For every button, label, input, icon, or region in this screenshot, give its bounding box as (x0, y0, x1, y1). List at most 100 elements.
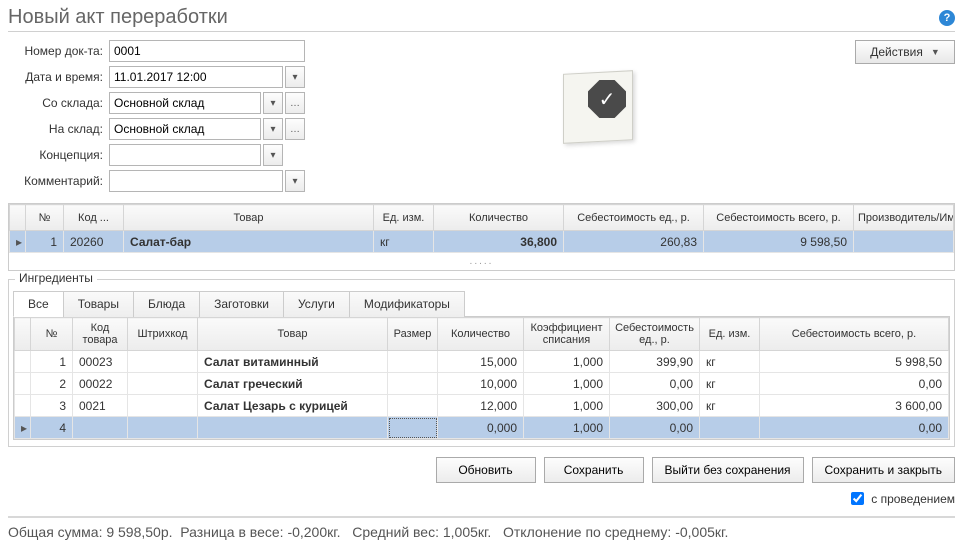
cell-cost-total[interactable]: 0,00 (760, 373, 949, 395)
cell-barcode[interactable] (128, 373, 198, 395)
cell-qty[interactable]: 15,000 (438, 351, 524, 373)
cell-code[interactable]: 20260 (64, 231, 124, 253)
ingredients-grid[interactable]: № Код товара Штрихкод Товар Размер Колич… (13, 317, 950, 440)
help-icon[interactable]: ? (939, 10, 955, 26)
cell-item[interactable]: Салат витаминный (198, 351, 388, 373)
cell-size[interactable] (388, 395, 438, 417)
col-code[interactable]: Код ... (64, 205, 124, 231)
cell-unit[interactable]: кг (374, 231, 434, 253)
cell-no[interactable]: 3 (31, 395, 73, 417)
cell-producer[interactable] (854, 231, 954, 253)
table-row[interactable]: 100023 Салат витаминный 15,0001,000399,90к… (15, 351, 949, 373)
cell-item[interactable]: Салат-бар (124, 231, 374, 253)
icol-item[interactable]: Товар (198, 318, 388, 351)
doc-no-input[interactable] (109, 40, 305, 62)
cell-code[interactable]: 0021 (73, 395, 128, 417)
cell-qty[interactable]: 36,800 (434, 231, 564, 253)
tab-goods[interactable]: Товары (63, 291, 134, 317)
cell-code[interactable]: 00022 (73, 373, 128, 395)
cell-cost-total[interactable]: 5 998,50 (760, 351, 949, 373)
col-cost-total[interactable]: Себестоимость всего, р. (704, 205, 854, 231)
cell-no[interactable]: 4 (31, 417, 73, 439)
table-row[interactable]: 30021 Салат Цезарь с курицей 12,0001,00030… (15, 395, 949, 417)
col-indicator[interactable] (10, 205, 26, 231)
cell-no[interactable]: 1 (26, 231, 64, 253)
cell-cost-unit[interactable]: 0,00 (610, 373, 700, 395)
cell-coef[interactable]: 1,000 (524, 417, 610, 439)
col-no[interactable]: № (26, 205, 64, 231)
icol-cost-total[interactable]: Себестоимость всего, р. (760, 318, 949, 351)
icol-size[interactable]: Размер (388, 318, 438, 351)
save-close-button[interactable]: Сохранить и закрыть (812, 457, 955, 483)
with-posting-checkbox[interactable] (851, 492, 864, 505)
icol-code[interactable]: Код товара (73, 318, 128, 351)
tab-semi[interactable]: Заготовки (199, 291, 284, 317)
cell-cost-total[interactable]: 0,00 (760, 417, 949, 439)
comment-dropdown-icon[interactable]: ▾ (285, 170, 305, 192)
cell-size[interactable] (388, 351, 438, 373)
datetime-dropdown-icon[interactable]: ▾ (285, 66, 305, 88)
icol-coef[interactable]: Коэффициент списания (524, 318, 610, 351)
actions-button[interactable]: Действия ▼ (855, 40, 955, 64)
cell-barcode[interactable] (128, 395, 198, 417)
icol-unit[interactable]: Ед. изм. (700, 318, 760, 351)
save-button[interactable]: Сохранить (544, 457, 644, 483)
cell-code[interactable]: 00023 (73, 351, 128, 373)
datetime-input[interactable] (109, 66, 283, 88)
cell-cost-unit[interactable]: 0,00 (610, 417, 700, 439)
cell-unit[interactable]: кг (700, 373, 760, 395)
cell-cost-total[interactable]: 9 598,50 (704, 231, 854, 253)
col-qty[interactable]: Количество (434, 205, 564, 231)
cell-size[interactable] (388, 417, 438, 439)
cell-cost-total[interactable]: 3 600,00 (760, 395, 949, 417)
cell-no[interactable]: 2 (31, 373, 73, 395)
col-unit[interactable]: Ед. изм. (374, 205, 434, 231)
cell-barcode[interactable] (128, 351, 198, 373)
cell-unit[interactable]: кг (700, 351, 760, 373)
from-stock-dropdown-icon[interactable]: ▾ (263, 92, 283, 114)
table-row[interactable]: ▸40,0001,0000,000,00 (15, 417, 949, 439)
cell-item[interactable] (198, 417, 388, 439)
cell-qty[interactable]: 10,000 (438, 373, 524, 395)
cell-size[interactable] (388, 373, 438, 395)
cell-code[interactable] (73, 417, 128, 439)
cell-coef[interactable]: 1,000 (524, 395, 610, 417)
col-item[interactable]: Товар (124, 205, 374, 231)
cell-coef[interactable]: 1,000 (524, 373, 610, 395)
cell-cost-unit[interactable]: 399,90 (610, 351, 700, 373)
cell-qty[interactable]: 12,000 (438, 395, 524, 417)
tab-services[interactable]: Услуги (283, 291, 350, 317)
icol-indicator[interactable] (15, 318, 31, 351)
to-stock-dropdown-icon[interactable]: ▾ (263, 118, 283, 140)
cell-cost-unit[interactable]: 260,83 (564, 231, 704, 253)
cell-barcode[interactable] (128, 417, 198, 439)
comment-input[interactable] (109, 170, 283, 192)
table-row[interactable]: ▸ 1 20260 Салат-бар кг 36,800 260,83 9 5… (10, 231, 954, 253)
icol-no[interactable]: № (31, 318, 73, 351)
icol-cost-unit[interactable]: Себестоимость ед., р. (610, 318, 700, 351)
cell-item[interactable]: Салат Цезарь с курицей (198, 395, 388, 417)
refresh-button[interactable]: Обновить (436, 457, 536, 483)
cell-cost-unit[interactable]: 300,00 (610, 395, 700, 417)
cell-unit[interactable]: кг (700, 395, 760, 417)
with-posting-label[interactable]: с проведением (871, 492, 955, 506)
cell-coef[interactable]: 1,000 (524, 351, 610, 373)
products-grid[interactable]: № Код ... Товар Ед. изм. Количество Себе… (8, 203, 955, 271)
table-row[interactable]: 200022Салат греческий10,0001,0000,00кг0,… (15, 373, 949, 395)
concept-input[interactable] (109, 144, 261, 166)
tab-modifiers[interactable]: Модификаторы (349, 291, 465, 317)
cell-qty[interactable]: 0,000 (438, 417, 524, 439)
exit-nosave-button[interactable]: Выйти без сохранения (652, 457, 804, 483)
tab-dishes[interactable]: Блюда (133, 291, 200, 317)
icol-qty[interactable]: Количество (438, 318, 524, 351)
from-stock-browse-button[interactable]: … (285, 92, 305, 114)
cell-item[interactable]: Салат греческий (198, 373, 388, 395)
to-stock-browse-button[interactable]: … (285, 118, 305, 140)
from-stock-input[interactable] (109, 92, 261, 114)
cell-no[interactable]: 1 (31, 351, 73, 373)
cell-unit[interactable] (700, 417, 760, 439)
to-stock-input[interactable] (109, 118, 261, 140)
col-cost-unit[interactable]: Себестоимость ед., р. (564, 205, 704, 231)
tab-all[interactable]: Все (13, 291, 64, 317)
icol-barcode[interactable]: Штрихкод (128, 318, 198, 351)
